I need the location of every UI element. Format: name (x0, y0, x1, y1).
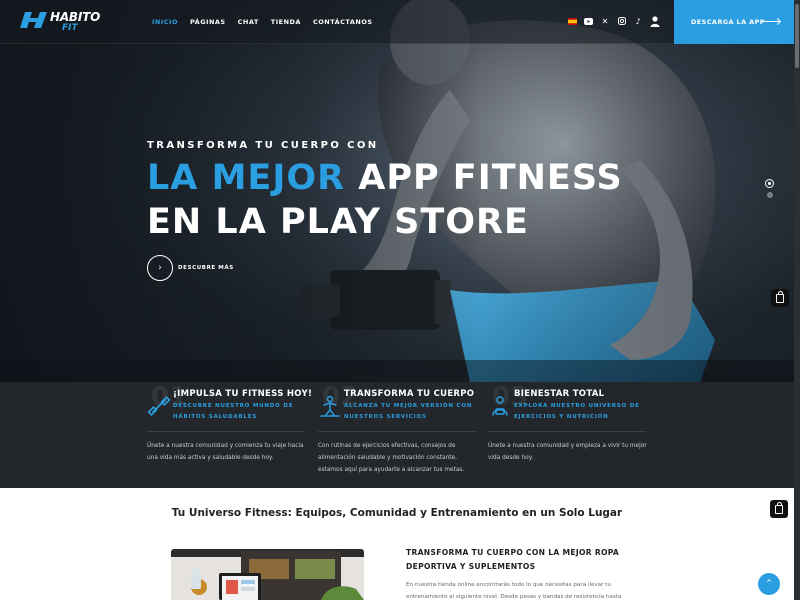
feature-subtitle: ALCANZA TU MEJOR VERSIÓN CON NUESTROS SE… (344, 403, 473, 420)
hero-eyebrow: TRANSFORMA TU CUERPO CON (147, 140, 379, 151)
promo-title: TRANSFORMA TU CUERPO CON LA MEJOR ROPA D… (406, 548, 620, 571)
feature-card: 03 BIENESTAR TOTAL EXPLORA NUESTRO UNIVE… (488, 382, 647, 488)
x-icon[interactable]: ✕ (597, 13, 613, 29)
headline-rest: APP FITNESS (358, 158, 623, 198)
chevron-up-icon: ⌃ (765, 579, 773, 589)
discover-more-button[interactable]: › DESCUBRE MÁS (147, 255, 234, 281)
shopping-bag-icon (776, 290, 784, 303)
headline-accent: LA MEJOR (147, 158, 346, 198)
promo-body: En nuestra tienda online encontrarás tod… (406, 582, 622, 600)
instagram-icon[interactable] (614, 13, 630, 29)
headline-line-2: EN LA PLAY STORE (147, 202, 529, 242)
dumbbell-icon (147, 395, 171, 417)
feature-title: ¡IMPULSA TU FITNESS HOY! (173, 389, 313, 399)
cart-float-button[interactable] (771, 289, 789, 307)
logo-text: HABITO (50, 10, 101, 24)
features-band: 01 ¡IMPULSA TU FITNESS HOY! DESCUBRE NUE… (0, 382, 794, 488)
headline-line-1: LA MEJOR APP FITNESS (147, 156, 623, 200)
user-icon[interactable] (647, 13, 663, 29)
nav-item-contactanos[interactable]: CONTÁCTANOS (313, 18, 373, 26)
hero-headline: LA MEJOR APP FITNESS EN LA PLAY STORE (147, 156, 623, 244)
workout-icon (320, 395, 340, 417)
scroll-to-top-button[interactable]: ⌃ (758, 573, 780, 595)
header-icon-bar: ✕ ♪ (564, 12, 663, 30)
feature-divider (488, 431, 646, 432)
slider-pagination (765, 179, 774, 198)
brand-logo[interactable]: HABITO FIT (20, 8, 100, 36)
scrollbar-thumb[interactable] (795, 4, 799, 68)
discover-more-label[interactable]: DESCUBRE MÁS (178, 265, 234, 271)
site-header: HABITO FIT INICIO PÁGINAS CHAT TIENDA CO… (0, 0, 800, 44)
slide-dot-active[interactable] (765, 179, 774, 188)
feature-body: Únete a nuestra comunidad y comienza tu … (147, 443, 304, 461)
nav-item-chat[interactable]: CHAT (238, 18, 259, 26)
slide-dot[interactable] (766, 192, 773, 198)
arrow-right-icon (762, 21, 780, 22)
logo-mark-icon (20, 12, 47, 28)
nav-item-paginas[interactable]: PÁGINAS (190, 18, 226, 26)
feature-divider (318, 431, 476, 432)
download-app-button[interactable]: DESCARGA LA APP (674, 0, 794, 44)
promo-image (171, 549, 364, 600)
tiktok-icon[interactable]: ♪ (630, 13, 646, 29)
feature-body: Con rutinas de ejercicios efectivas, con… (318, 443, 465, 473)
feature-body: Únete a nuestra comunidad y empieza a vi… (488, 443, 647, 461)
main-nav: INICIO PÁGINAS CHAT TIENDA CONTÁCTANOS (146, 0, 379, 44)
hero-section: TRANSFORMA TU CUERPO CON LA MEJOR APP FI… (0, 0, 800, 382)
store-shelf-illustration (171, 549, 364, 600)
feature-title: TRANSFORMA TU CUERPO (344, 389, 475, 399)
trainer-icon (492, 396, 508, 416)
feature-subtitle: DESCUBRE NUESTRO MUNDO DE HÁBITOS SALUDA… (173, 403, 294, 420)
feature-divider (147, 431, 305, 432)
nav-item-tienda[interactable]: TIENDA (271, 18, 301, 26)
feature-subtitle: EXPLORA NUESTRO UNIVERSO DE EJERCICIOS Y… (514, 403, 640, 420)
spain-flag-icon[interactable] (564, 13, 580, 29)
chevron-right-icon[interactable]: › (147, 255, 173, 281)
youtube-icon[interactable] (581, 13, 597, 29)
feature-card: 01 ¡IMPULSA TU FITNESS HOY! DESCUBRE NUE… (147, 382, 312, 488)
section-title: Tu Universo Fitness: Equipos, Comunidad … (171, 507, 623, 519)
feature-title: BIENESTAR TOTAL (514, 389, 605, 399)
page-scrollbar[interactable] (794, 0, 800, 600)
download-app-label[interactable]: DESCARGA LA APP (691, 18, 765, 26)
nav-item-inicio[interactable]: INICIO (152, 18, 178, 26)
feature-card: 02 TRANSFORMA TU CUERPO ALCANZA TU MEJOR… (318, 382, 476, 488)
logo-subtext: FIT (62, 23, 78, 33)
